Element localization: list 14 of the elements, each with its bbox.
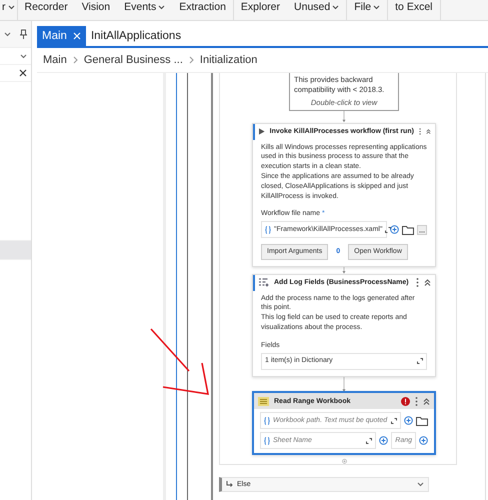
ribbon-button[interactable]: Extraction: [172, 0, 234, 20]
ribbon-button[interactable]: Unused: [287, 0, 348, 20]
breadcrumb-item[interactable]: Initialization: [200, 54, 258, 66]
ribbon-button[interactable]: Explorer: [234, 0, 288, 20]
breadcrumb-item[interactable]: General Business ...: [84, 54, 183, 66]
ribbon-button[interactable]: Vision: [74, 0, 118, 20]
ribbon-button[interactable]: Recorder: [18, 0, 75, 20]
ribbon-button[interactable]: Events: [117, 0, 172, 20]
breadcrumb-item[interactable]: Main: [43, 54, 67, 66]
ribbon-button[interactable]: File: [347, 0, 388, 20]
document-tab[interactable]: Main: [37, 26, 86, 46]
document-tab[interactable]: InitAllApplications: [86, 26, 186, 46]
ribbon-button[interactable]: r: [0, 0, 18, 20]
ribbon-button[interactable]: to Excel: [388, 0, 440, 20]
